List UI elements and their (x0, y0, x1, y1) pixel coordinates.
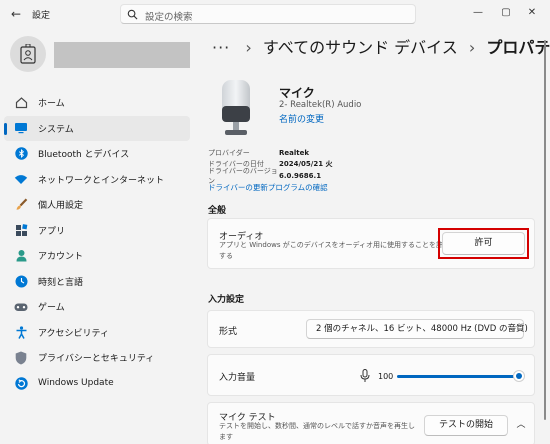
globe-clock-icon (14, 274, 28, 288)
shield-icon (14, 351, 28, 365)
sidebar-item-label: 時刻と言語 (38, 277, 84, 288)
sidebar-item-label: アクセシビリティ (38, 328, 110, 339)
sidebar-item-network[interactable]: ネットワークとインターネット (4, 167, 190, 193)
sidebar-item-label: ホーム (38, 99, 65, 110)
search-placeholder: 設定の検索 (145, 12, 193, 23)
sidebar-item-label: Bluetooth とデバイス (38, 150, 130, 161)
chevron-right-icon: › (468, 38, 476, 57)
format-dropdown[interactable]: 2 個のチャネル、16 ビット、48000 Hz (DVD の音質) ⌵ (306, 319, 528, 339)
chevron-up-icon[interactable]: ︿ (512, 416, 530, 434)
search-box[interactable]: 設定の検索 (120, 4, 416, 24)
sidebar-item-label: プライバシーとセキュリティ (38, 354, 155, 365)
user-name-redacted (54, 42, 190, 68)
microphone-icon (360, 369, 370, 382)
device-subtitle: 2- Realtek(R) Audio (279, 100, 362, 110)
wifi-icon (14, 172, 28, 186)
format-selected-value: 2 個のチャネル、16 ビット、48000 Hz (DVD の音質) (316, 324, 528, 334)
microphone-device-icon (222, 80, 250, 135)
chevron-right-icon: › (245, 38, 252, 57)
sidebar-item-windows-update[interactable]: Windows Update (4, 371, 190, 397)
input-volume-slider-track[interactable] (397, 375, 519, 378)
accessibility-icon (14, 325, 28, 339)
sidebar-item-label: ゲーム (38, 303, 65, 314)
chevron-down-icon: ⌵ (509, 324, 516, 333)
sidebar-item-personalization[interactable]: 個人用設定 (4, 192, 190, 218)
breadcrumb: ··· › すべてのサウンド デバイス › プロパティ (212, 34, 550, 58)
page-title: プロパティ (486, 38, 550, 57)
rename-link[interactable]: 名前の変更 (279, 112, 324, 125)
sidebar-item-label: 個人用設定 (38, 201, 84, 212)
mic-test-description-line: ます (219, 433, 233, 441)
search-icon (127, 9, 138, 20)
device-name: マイク (279, 86, 315, 100)
sidebar-item-time-language[interactable]: 時刻と言語 (4, 269, 190, 295)
audio-description-line: アプリと Windows がこのデバイスをオーディオ用に使用することを許可 (219, 241, 450, 249)
title-bar: ← 設定 設定の検索 — ▢ ✕ (0, 0, 550, 28)
sidebar-item-label: アプリ (38, 226, 66, 237)
monitor-icon (14, 121, 28, 135)
audio-description: アプリと Windows がこのデバイスをオーディオ用に使用することを許可 する (219, 240, 450, 262)
brush-icon (14, 198, 28, 212)
sidebar-item-home[interactable]: ホーム (4, 90, 190, 116)
driver-info-value: 2024/05/21 火 (279, 160, 333, 169)
driver-info: プロバイダー Realtek ドライバーの日付 2024/05/21 火 ドライ… (208, 147, 333, 185)
input-volume-value: 100 (378, 372, 394, 381)
breadcrumb-parent[interactable]: すべてのサウンド デバイス (263, 38, 458, 57)
minimize-button[interactable]: — (468, 4, 488, 22)
sidebar-item-label: アカウント (38, 252, 84, 263)
mic-test-description-line: テストを開始し、数秒間、通常のレベルで話すか音声を再生し (219, 422, 415, 430)
section-heading-input: 入力設定 (208, 295, 245, 305)
driver-info-value: 6.0.9686.1 (279, 171, 322, 180)
driver-info-value: Realtek (279, 148, 310, 157)
format-label: 形式 (219, 327, 238, 337)
driver-info-key: プロバイダー (208, 148, 250, 157)
avatar[interactable] (10, 36, 46, 72)
sidebar-item-accounts[interactable]: アカウント (4, 243, 190, 269)
sidebar-item-label: ネットワークとインターネット (38, 175, 165, 186)
sidebar-item-gaming[interactable]: ゲーム (4, 294, 190, 320)
sidebar-item-label: システム (38, 124, 74, 135)
window-title: 設定 (32, 11, 51, 21)
gamepad-icon (14, 300, 28, 314)
audio-description-line: する (219, 252, 233, 260)
input-volume-label: 入力音量 (219, 373, 256, 383)
close-button[interactable]: ✕ (522, 4, 542, 22)
update-icon (14, 376, 28, 390)
scrollbar-thumb[interactable] (544, 40, 546, 420)
driver-info-row: プロバイダー Realtek (208, 147, 333, 159)
id-badge-icon (20, 44, 36, 64)
bluetooth-icon (14, 147, 28, 161)
sidebar-item-bluetooth[interactable]: Bluetooth とデバイス (4, 141, 190, 167)
driver-info-row: ドライバーのバージョン 6.0.9686.1 (208, 167, 333, 185)
sidebar-item-system[interactable]: システム (4, 115, 190, 141)
breadcrumb-overflow[interactable]: ··· (212, 38, 230, 57)
sidebar-item-privacy-security[interactable]: プライバシーとセキュリティ (4, 345, 190, 371)
sidebar-item-accessibility[interactable]: アクセシビリティ (4, 320, 190, 346)
home-icon (14, 96, 28, 110)
person-icon (14, 249, 28, 263)
sidebar-item-apps[interactable]: アプリ (4, 218, 190, 244)
sidebar: ホーム システム Bluetooth とデバイス ネットワークとインターネット … (4, 90, 190, 396)
start-test-button[interactable]: テストの開始 (424, 415, 508, 436)
apps-icon (14, 223, 28, 237)
back-arrow-icon[interactable]: ← (8, 6, 24, 22)
section-heading-general: 全般 (208, 206, 227, 216)
input-volume-slider-thumb[interactable] (513, 370, 525, 382)
mic-test-description: テストを開始し、数秒間、通常のレベルで話すか音声を再生し ます (219, 421, 415, 443)
driver-update-link[interactable]: ドライバーの更新プログラムの確認 (208, 182, 328, 193)
highlight-box (438, 228, 529, 259)
sidebar-item-label: Windows Update (38, 378, 114, 389)
maximize-button[interactable]: ▢ (496, 4, 516, 22)
